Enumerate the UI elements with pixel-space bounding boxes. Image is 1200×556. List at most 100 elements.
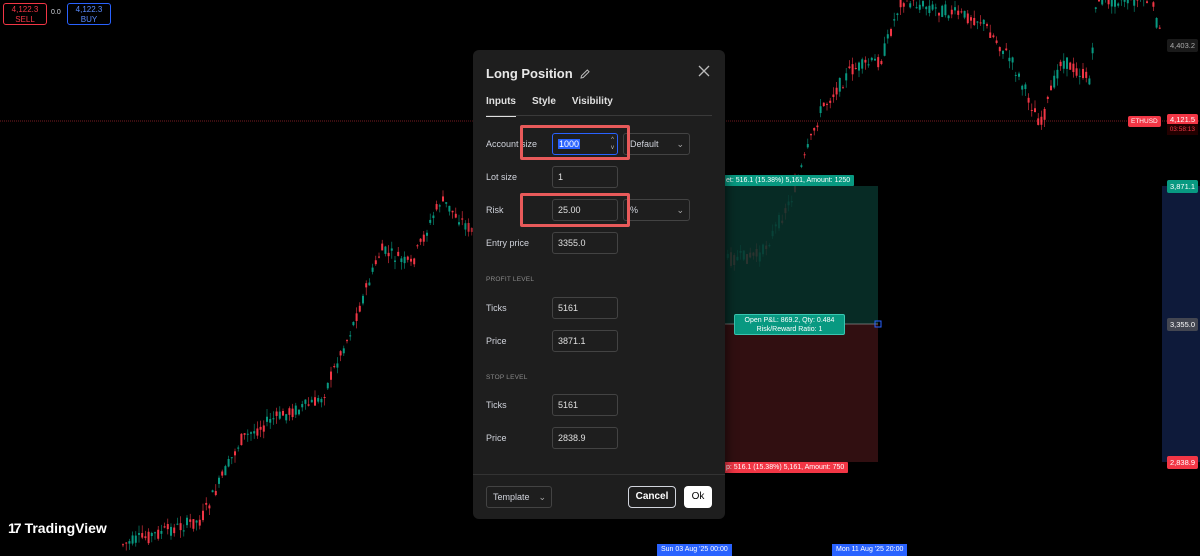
candle-body (442, 196, 444, 202)
candle-body (880, 61, 883, 65)
tab-visibility[interactable]: Visibility (572, 96, 613, 117)
candle-body (931, 4, 934, 10)
profit-ticks-label: Ticks (486, 303, 507, 313)
candle-body (435, 204, 438, 210)
candle-body (467, 222, 470, 232)
profit-price-value: 3871.1 (558, 336, 586, 346)
pnl-box: Open P&L: 869.2, Qty: 0.484 Risk/Reward … (734, 314, 845, 335)
candle-body (966, 13, 969, 24)
candle-body (355, 313, 358, 321)
candle-body (198, 519, 201, 526)
risk-unit-dropdown[interactable]: % ⌄ (623, 199, 690, 221)
entry-price-label: Entry price (486, 238, 530, 248)
lot-size-label: Lot size (486, 172, 518, 182)
currency-value: Default (630, 139, 659, 149)
currency-dropdown[interactable]: Default ⌄ (623, 133, 690, 155)
candle-body (1094, 7, 1097, 9)
candle-body (986, 24, 988, 26)
candle-body (1072, 63, 1075, 73)
close-icon[interactable] (697, 64, 711, 78)
candle-body (336, 363, 339, 368)
candle-body (998, 47, 1001, 52)
candle-body (1082, 68, 1084, 79)
candle-body (173, 527, 176, 534)
candle-body (1046, 96, 1049, 100)
candle-body (224, 466, 227, 476)
candle-body (253, 431, 256, 434)
stop-level-heading: STOP LEVEL (486, 374, 528, 381)
candle-body (1126, 0, 1129, 4)
candle-body (995, 40, 998, 43)
candle-body (851, 64, 854, 75)
candle-body (858, 62, 860, 71)
candle-body (272, 418, 275, 420)
candle-body (1110, 0, 1113, 7)
candle-body (922, 1, 924, 7)
candle-body (1002, 50, 1004, 54)
candle-body (141, 533, 144, 538)
candle-body (208, 505, 211, 509)
candle-body (845, 73, 848, 81)
candle-body (291, 408, 294, 418)
candle-body (1062, 60, 1065, 69)
lot-size-value: 1 (558, 172, 564, 182)
candle-body (131, 535, 134, 544)
candle-body (234, 451, 236, 456)
candle-body (816, 125, 819, 128)
candle-body (810, 133, 812, 136)
candle-body (1066, 57, 1068, 69)
candle-body (957, 10, 960, 15)
profit-ticks-input[interactable]: 5161 (552, 297, 618, 319)
candle-body (163, 526, 166, 528)
candle-body (256, 428, 259, 436)
candle-body (947, 15, 950, 19)
candle-body (451, 210, 454, 213)
stop-price-input[interactable]: 2838.9 (552, 427, 618, 449)
candle-body (294, 405, 297, 415)
candle-body (304, 399, 307, 404)
candle-body (886, 34, 889, 39)
candle-body (976, 21, 979, 23)
candle-body (160, 530, 163, 534)
candle-body (333, 366, 336, 368)
candle-body (221, 471, 224, 476)
dialog-title: Long Position (486, 66, 591, 81)
buy-button[interactable]: 4,122.3 BUY (67, 3, 111, 25)
profit-price-label: Price (486, 336, 507, 346)
buy-price: 4,122.3 (75, 5, 103, 14)
tab-style[interactable]: Style (532, 96, 556, 117)
dialog-tabs: Inputs Style Visibility (486, 96, 613, 117)
candle-body (806, 144, 809, 148)
candle-body (227, 459, 230, 467)
candle-body (842, 87, 844, 89)
stop-zone (724, 324, 878, 462)
template-label: Template (493, 492, 530, 502)
candle-body (1123, 0, 1126, 2)
candle-body (390, 248, 393, 251)
entry-price-input[interactable]: 3355.0 (552, 232, 618, 254)
highlight-account-size (520, 125, 630, 160)
tab-inputs[interactable]: Inputs (486, 96, 516, 117)
pencil-icon[interactable] (579, 68, 591, 80)
candle-body (378, 256, 380, 258)
candle-body (314, 397, 316, 406)
candle-body (890, 29, 892, 36)
cancel-button[interactable]: Cancel (628, 486, 676, 508)
candle-body (186, 517, 188, 526)
profit-price-input[interactable]: 3871.1 (552, 330, 618, 352)
candle-body (832, 94, 835, 97)
tradingview-logo[interactable]: 17 TradingView (8, 520, 107, 536)
candle-body (822, 102, 825, 107)
candle-body (320, 398, 323, 403)
candle-body (1069, 62, 1072, 70)
stop-ticks-input[interactable]: 5161 (552, 394, 618, 416)
candle-body (835, 87, 838, 95)
lot-size-input[interactable]: 1 (552, 166, 618, 188)
template-dropdown[interactable]: Template ⌄ (486, 486, 552, 508)
candle-body (1101, 0, 1104, 5)
candle-body (915, 7, 918, 9)
ok-button[interactable]: Ok (684, 486, 712, 508)
candle-body (1008, 57, 1011, 62)
sell-button[interactable]: 4,122.3 SELL (3, 3, 47, 25)
candle-body (426, 232, 428, 236)
